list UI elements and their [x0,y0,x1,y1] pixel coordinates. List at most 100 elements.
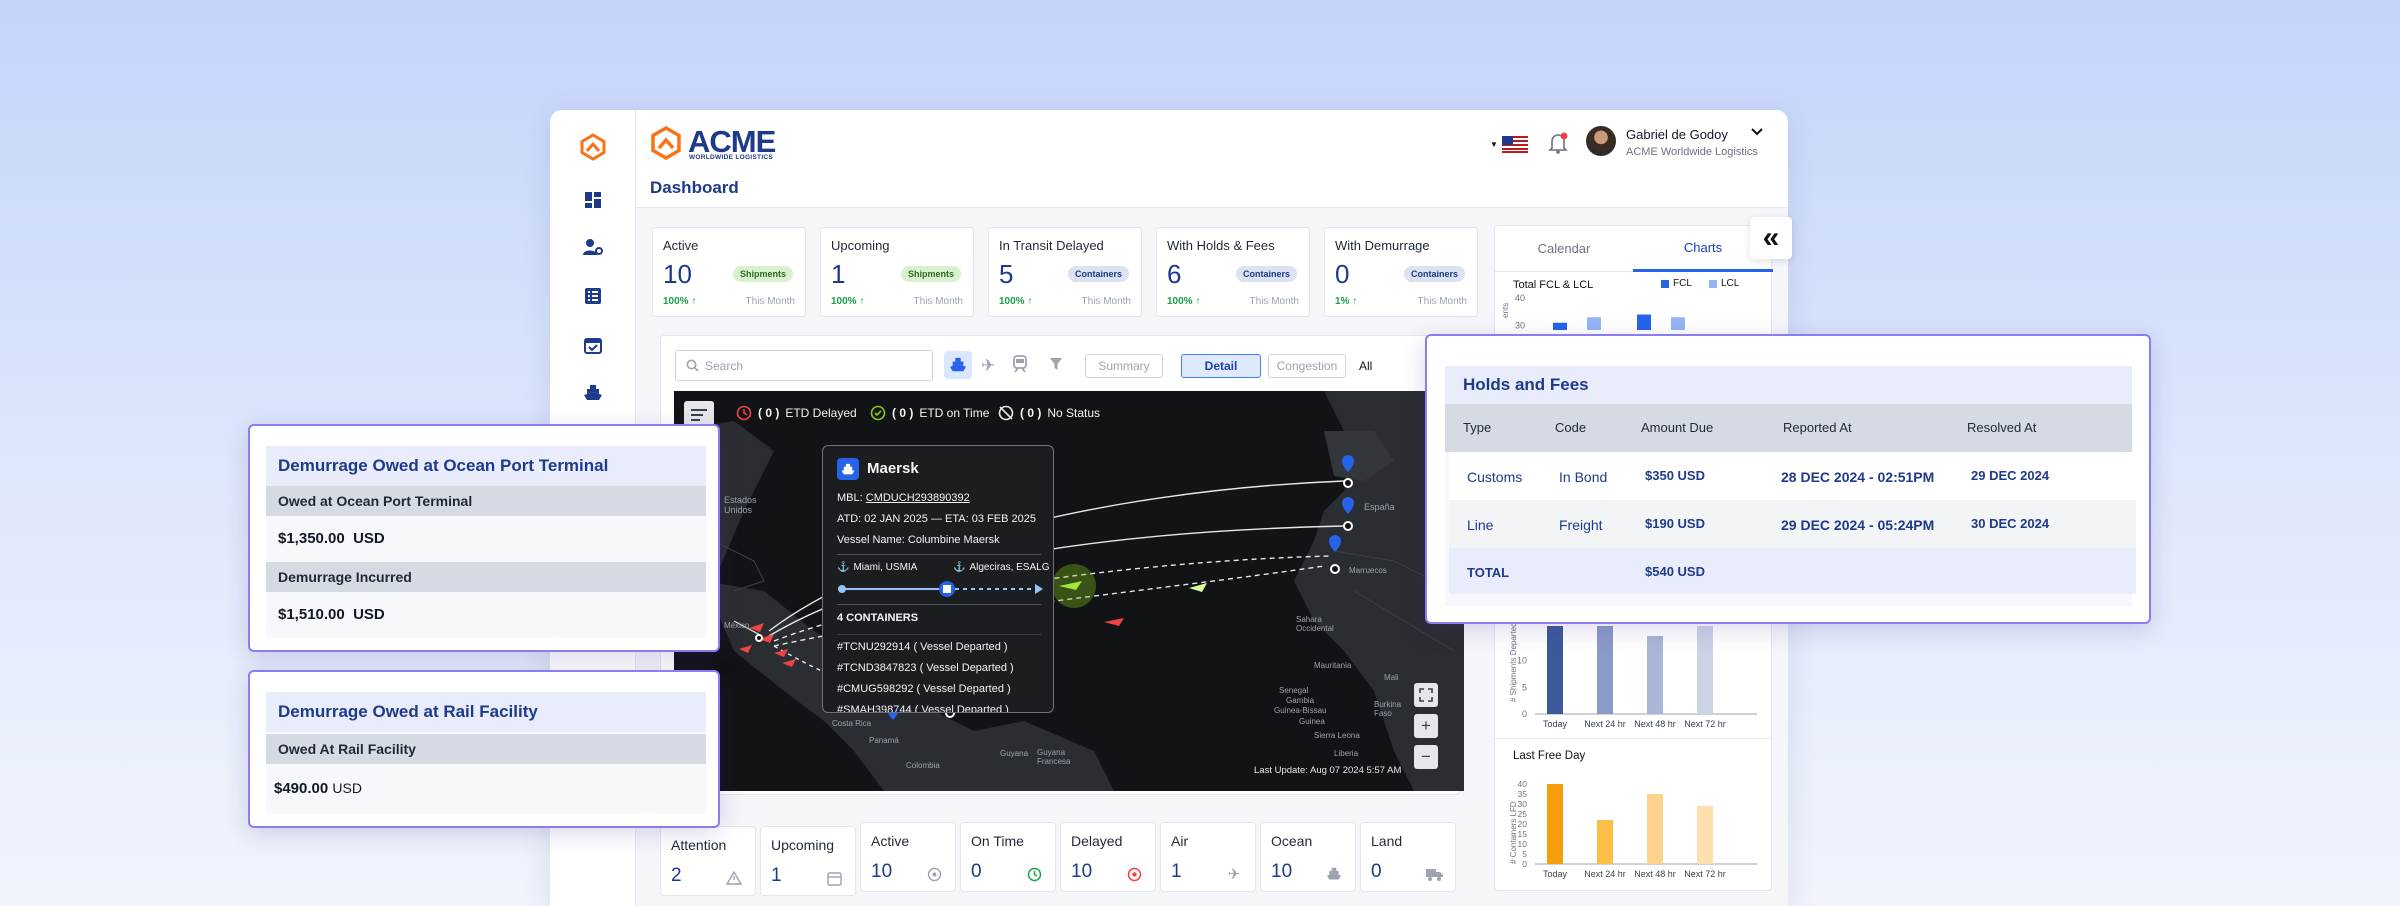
y-tick-label: 5 [1522,849,1527,859]
table-row[interactable]: Customs In Bond $350 USD 28 DEC 2024 - 0… [1449,452,2136,500]
bottom-stat-label: On Time [971,833,1024,849]
container-status: ( Vessel Departed ) [914,704,1009,712]
filter-all-link[interactable]: All [1359,359,1372,373]
notification-bell-icon[interactable] [1548,132,1570,154]
ocean-filter-button[interactable] [944,351,972,379]
dashboard-icon[interactable] [574,181,612,219]
container-row[interactable]: #TCNU292914 ( Vessel Departed ) [837,641,1008,653]
container-row[interactable]: #SMAH398744 ( Vessel Departed ) [837,704,1009,712]
stat-card-in-transit-delayed[interactable]: In Transit Delayed 5 Containers 100% ↑ T… [988,227,1142,317]
cell-code: In Bond [1559,469,1608,485]
y-tick-label: 0 [1522,859,1527,869]
bottom-stat-ocean[interactable]: Ocean 10 [1260,822,1356,892]
bottom-stat-air[interactable]: Air 1 ✈ [1160,822,1256,892]
calendar-check-icon[interactable] [574,326,612,364]
stat-card-active[interactable]: Active 10 Shipments 100% ↑ This Month [652,227,806,317]
legend-swatch [1709,279,1717,288]
x-tick-label: Today [1543,869,1568,879]
container-row[interactable]: #CMUG598292 ( Vessel Departed ) [837,683,1011,695]
legend-etd-delayed[interactable]: ( 0 ) ETD Delayed [736,405,857,421]
rail-filter-button[interactable] [1012,355,1028,378]
cell-code: Freight [1559,517,1603,533]
alert-icon [1125,865,1143,883]
stat-label: Active [663,238,699,253]
stat-change-value: 100% [663,296,689,307]
language-selector[interactable]: ▼ [1490,134,1528,154]
map-place-label: Mali [1384,673,1399,682]
bottom-stat-value: 10 [1071,861,1093,882]
map-place-label: Estados Unidos [724,495,757,515]
list-icon[interactable] [574,277,612,315]
legend-etd-on-time[interactable]: ( 0 ) ETD on Time [870,405,989,421]
user-settings-icon[interactable] [574,228,612,266]
stat-period: This Month [1249,296,1299,307]
cell-reported: 28 DEC 2024 - 02:51PM [1781,469,1935,485]
filter-button[interactable] [1049,357,1063,376]
x-tick-label: Next 24 hr [1584,719,1626,729]
bar [1647,636,1663,714]
tab-calendar[interactable]: Calendar [1495,226,1633,272]
bar [1547,626,1563,714]
bottom-stat-land[interactable]: Land 0 [1360,822,1456,892]
map-place-label: Liberia [1334,749,1359,758]
arrow-up-icon: ↑ [1027,296,1033,307]
map-place-label: Gambia [1286,696,1315,705]
x-tick-label: Next 48 hr [1634,869,1676,879]
tooltip-vessel: Vessel Name: Columbine Maersk [837,534,1000,546]
demurrage-rail-title-text: Demurrage Owed at Rail Facility [278,702,538,721]
y-tick-label: 20 [1518,819,1528,829]
stat-period: This Month [745,296,795,307]
collapse-panel-button[interactable]: « [1750,217,1792,259]
zoom-out-button[interactable]: − [1414,745,1438,769]
stat-card-demurrage[interactable]: With Demurrage 0 Containers 1% ↑ This Mo… [1324,227,1478,317]
air-filter-button[interactable]: ✈ [981,356,995,376]
stat-period: This Month [1417,296,1467,307]
bottom-stat-active[interactable]: Active 10 [860,822,956,892]
stat-change-value: 1% [1335,296,1350,307]
holds-fees-title: Holds and Fees [1445,366,2132,404]
legend-no-status[interactable]: ( 0 ) No Status [998,405,1100,421]
dash-separator: — [930,513,942,525]
amount-value: $490.00 [274,780,329,797]
tooltip-mbl-link[interactable]: CMDUCH293890392 [866,492,970,504]
legend-fcl: FCL [1661,278,1692,289]
avatar[interactable] [1586,126,1616,156]
ship-icon[interactable] [574,374,612,412]
stat-card-upcoming[interactable]: Upcoming 1 Shipments 100% ↑ This Month [820,227,974,317]
bottom-stat-attention[interactable]: Attention 2 [660,826,756,896]
y-tick-label: 30 [1518,799,1528,809]
tooltip-dates: ATD: 02 JAN 2025 — ETA: 03 FEB 2025 [837,513,1036,525]
bottom-stat-delayed[interactable]: Delayed 10 [1060,822,1156,892]
acme-logo-icon[interactable] [574,128,612,166]
bar [1697,806,1713,864]
zoom-in-button[interactable]: + [1414,714,1438,738]
table-row[interactable]: Line Freight $190 USD 29 DEC 2024 - 05:2… [1449,500,2136,548]
legend-count: ( 0 ) [892,406,914,420]
stat-card-holds-fees[interactable]: With Holds & Fees 6 Containers 100% ↑ Th… [1156,227,1310,317]
bottom-stat-upcoming[interactable]: Upcoming 1 [760,826,856,896]
y-tick-label: 5 [1522,682,1527,692]
stat-value: 6 [1167,259,1182,289]
stat-change: 100% ↑ [1167,296,1200,307]
fullscreen-icon [1419,688,1433,702]
view-detail-button[interactable]: Detail [1181,354,1261,378]
ship-icon [837,458,859,480]
tooltip-origin-label: Miami, USMIA [853,562,918,573]
bottom-stat-on-time[interactable]: On Time 0 [960,822,1056,892]
shipment-map[interactable]: Estados Unidos España Marruecos Sahara O… [674,391,1464,791]
user-menu-chevron-icon[interactable] [1751,124,1763,139]
fullscreen-button[interactable] [1414,683,1438,707]
shipments-departed-chart: 10 5 0 Today Next 24 hr Next 48 hr Next 72 hr [1517,626,1757,729]
view-congestion-button[interactable]: Congestion [1268,354,1346,378]
view-summary-button[interactable]: Summary [1085,354,1163,378]
stat-value: 0 [1335,259,1350,289]
container-row[interactable]: #TCND3847823 ( Vessel Departed ) [837,662,1014,674]
tooltip-destination-label: Algeciras, ESALG [969,562,1050,573]
owed-rail-amount: $490.00 USD [274,780,362,797]
amount-currency: USD [353,530,385,547]
bottom-stat-value: 0 [1371,861,1382,882]
search-input[interactable]: Search [675,350,933,381]
col-header: Code [1555,420,1587,435]
bottom-stat-value: 2 [671,865,682,886]
stat-label: With Holds & Fees [1167,238,1275,253]
